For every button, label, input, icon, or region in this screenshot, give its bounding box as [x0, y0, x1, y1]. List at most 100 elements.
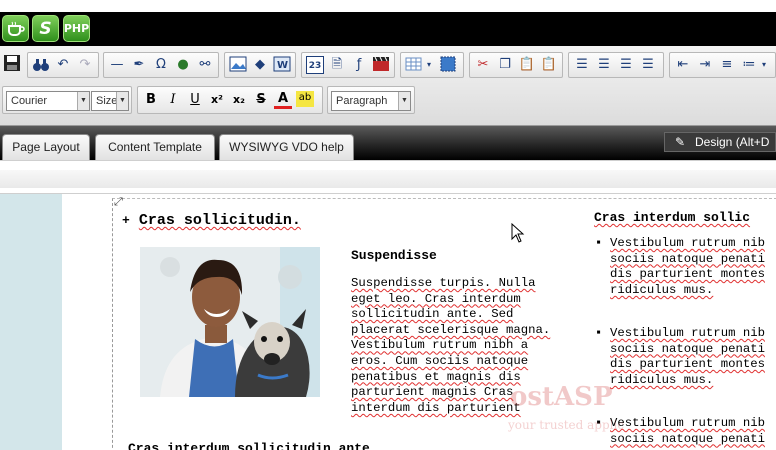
paragraph-line: eros. Cum sociis natoque [351, 353, 529, 368]
special-char-icon[interactable]: Ω [152, 56, 170, 74]
toolbar-group-media: ◆ W [224, 52, 296, 78]
bottom-heading: Cras interdum sollicitudin ante. [128, 442, 378, 450]
globe-link-icon[interactable]: ● [174, 56, 192, 74]
s-logo-icon[interactable]: S [32, 15, 59, 42]
align-right-icon[interactable]: ☰ [617, 56, 635, 74]
toolbar-group-edit: ↶ ↷ [27, 52, 99, 78]
editor-header-bar [0, 170, 776, 188]
paragraph-line: Suspendisse turpis. Nulla [351, 276, 536, 290]
list-item-line: sociis natoque penati [610, 341, 765, 356]
bullet-icon: ▪ [595, 326, 603, 340]
toolbar-group-clipboard: ✂ ❐ 📋 📋 [469, 52, 563, 78]
toolbar-row-2: Courier ▼ Size ▼ B I U x² x₂ S A ab Para… [0, 84, 776, 118]
list-item-line: ridiculus mus. [610, 372, 714, 387]
redo-icon[interactable]: ↷ [76, 56, 94, 74]
anchor-diamond-icon[interactable]: ◆ [251, 56, 269, 74]
copy-icon[interactable]: ❐ [496, 56, 514, 74]
bold-button[interactable]: B [142, 91, 160, 109]
highlight-button[interactable]: ab [296, 91, 314, 107]
toolbar-group-table: ▾ [400, 52, 464, 78]
subheading: Suspendisse [351, 248, 437, 263]
script-f-icon[interactable]: ƒ [350, 56, 368, 74]
section-heading: + Cras sollicitudin. [122, 212, 301, 229]
toolbar-row-1: ↶ ↷ — ✒ Ω ● ⚯ ◆ W 23 🗎 ƒ ▾ ✂ ❐ 📋 📋 ☰ ☰ ☰… [0, 48, 776, 82]
list-item: ▪ Vestibulum rutrum nib sociis natoque p… [594, 326, 765, 388]
toolbar-group-format: B I U x² x₂ S A ab [137, 86, 323, 114]
unlink-icon[interactable]: ⚯ [196, 56, 214, 74]
toolbar-group-block: Paragraph ▼ [327, 86, 415, 114]
design-edit-icon: ✎ [675, 135, 686, 149]
svg-text:W: W [277, 60, 288, 71]
php-icon[interactable]: PHP [63, 15, 90, 42]
size-select[interactable]: Size ▼ [91, 91, 129, 111]
editor-toolbar: ↶ ↷ — ✒ Ω ● ⚯ ◆ W 23 🗎 ƒ ▾ ✂ ❐ 📋 📋 ☰ ☰ ☰… [0, 46, 776, 126]
strikethrough-button[interactable]: S [252, 91, 270, 109]
superscript-button[interactable]: x² [208, 91, 226, 109]
media-clapper-icon[interactable] [372, 56, 390, 74]
align-justify-icon[interactable]: ☰ [639, 56, 657, 74]
tab-content-template[interactable]: Content Template [95, 134, 215, 160]
design-mode-label: Design (Alt+D [695, 135, 770, 149]
undo-icon[interactable]: ↶ [54, 56, 72, 74]
expand-plus[interactable]: + [122, 213, 130, 228]
indent-icon[interactable]: ⇥ [696, 56, 714, 74]
list-item-line: Vestibulum rutrum nib [610, 416, 765, 430]
horizontal-rule-icon[interactable]: — [108, 56, 126, 74]
cut-icon[interactable]: ✂ [474, 56, 492, 74]
font-select-value: Courier [11, 95, 48, 107]
bullet-icon: ▪ [595, 236, 603, 250]
design-mode-button[interactable]: ✎ Design (Alt+D [664, 132, 776, 152]
chevron-down-icon: ▼ [77, 92, 89, 110]
font-color-button[interactable]: A [274, 91, 292, 109]
mouse-cursor-icon [511, 222, 525, 247]
bullet-list-icon[interactable]: ≔ [740, 56, 758, 74]
select-all-icon[interactable] [439, 56, 457, 74]
italic-button[interactable]: I [164, 91, 182, 109]
s-logo-label: S [39, 18, 52, 39]
table-dropdown-icon[interactable]: ▾ [425, 56, 433, 74]
list-dropdown-icon[interactable]: ▾ [760, 56, 768, 74]
align-center-icon[interactable]: ☰ [595, 56, 613, 74]
tab-wysiwyg-help[interactable]: WYSIWYG VDO help [219, 134, 354, 160]
tab-bar: Page Layout Content Template WYSIWYG VDO… [0, 126, 776, 160]
size-select-value: Size [96, 95, 118, 107]
list-item-line: sociis natoque penati [610, 251, 765, 266]
date-icon[interactable]: 23 [306, 56, 324, 74]
paragraph-line: Vestibulum rutrum nibh a [351, 338, 529, 353]
subscript-button[interactable]: x₂ [230, 91, 248, 109]
pen-icon[interactable]: ✒ [130, 56, 148, 74]
underline-button[interactable]: U [186, 91, 204, 109]
paragraph-line: sollicitudin ante. Sed [351, 307, 514, 322]
table-icon[interactable] [405, 56, 423, 74]
watermark-tagline: your trusted applic [508, 418, 625, 432]
align-left-icon[interactable]: ☰ [573, 56, 591, 74]
heading-text: Cras sollicitudin. [138, 212, 301, 229]
save-icon[interactable] [2, 54, 22, 74]
toolbar-group-align: ☰ ☰ ☰ ☰ [568, 52, 664, 78]
paragraph-select-value: Paragraph [336, 95, 388, 107]
toolbar-group-font: Courier ▼ Size ▼ [2, 86, 132, 114]
paste-icon[interactable]: 📋 [518, 56, 536, 74]
find-icon[interactable] [32, 56, 50, 74]
paste-text-icon[interactable]: 📋 [540, 56, 558, 74]
paragraph-line: placerat scelerisque magna. [351, 322, 551, 337]
list-item-line: Vestibulum rutrum nib [610, 236, 765, 250]
document-edit-icon[interactable]: 🗎 [328, 56, 346, 74]
list-item-line: ridiculus mus. [610, 282, 714, 297]
outdent-icon[interactable]: ⇤ [674, 56, 692, 74]
font-select[interactable]: Courier ▼ [6, 91, 90, 111]
woman-with-dog-photo[interactable] [140, 247, 320, 397]
expand-icon[interactable]: ⤢ [114, 196, 127, 209]
numbered-list-icon[interactable]: ≡ [718, 56, 736, 74]
paragraph-format-select[interactable]: Paragraph ▼ [331, 91, 411, 111]
chevron-down-icon: ▼ [398, 92, 410, 110]
cup-icon[interactable] [2, 15, 29, 42]
toolbar-group-insert: — ✒ Ω ● ⚯ [103, 52, 219, 78]
editor-side-panel [0, 194, 62, 450]
word-paste-icon[interactable]: W [273, 56, 291, 74]
toolbar-group-tools: 23 🗎 ƒ [301, 52, 395, 78]
list-item-line: dis parturient montes [610, 357, 765, 372]
list-item: ▪ Vestibulum rutrum nib sociis natoque p… [594, 236, 765, 298]
tab-page-layout[interactable]: Page Layout [2, 134, 90, 160]
image-icon[interactable] [229, 56, 247, 74]
